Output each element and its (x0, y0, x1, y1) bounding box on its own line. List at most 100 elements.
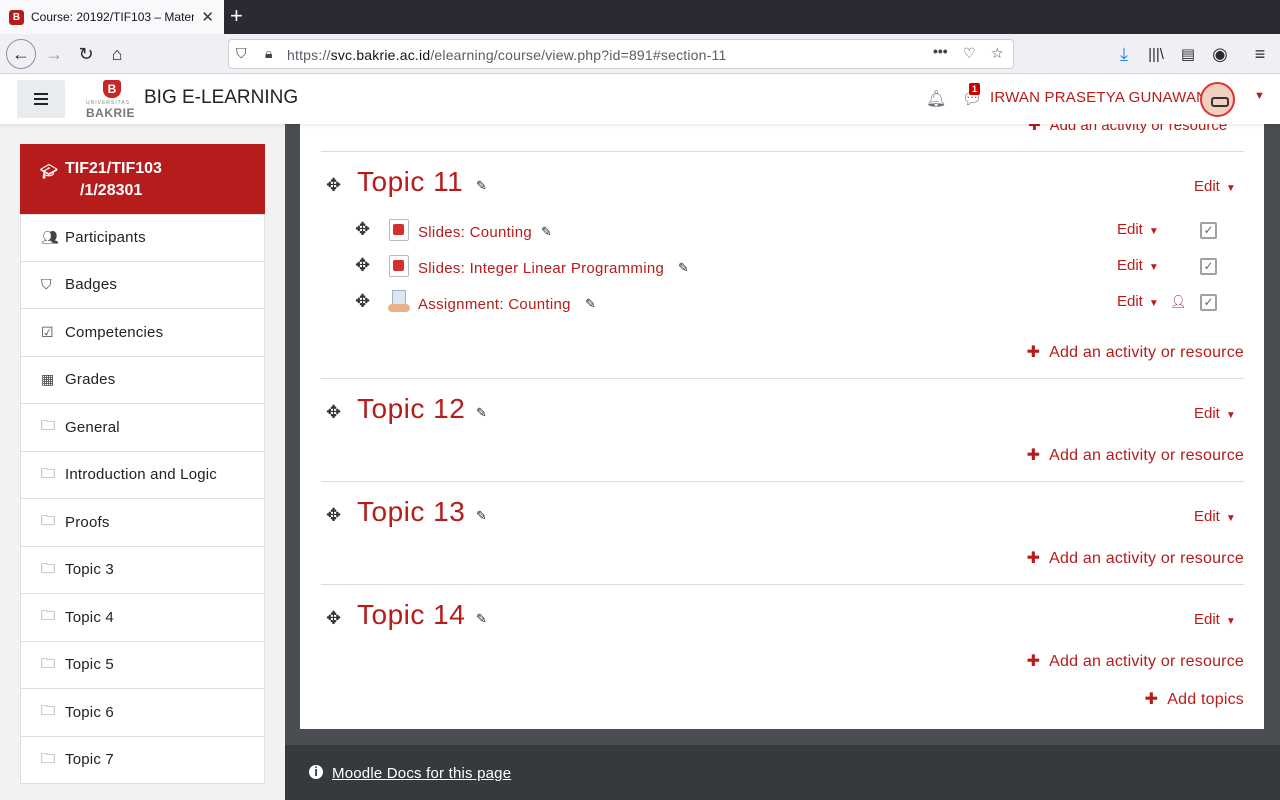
account-icon[interactable]: ◉ (1206, 40, 1234, 68)
drawer-item[interactable]: 🗀 Proofs (20, 499, 265, 547)
move-icon[interactable]: ✥ (326, 505, 341, 526)
section-title[interactable]: Topic 11 (357, 166, 463, 198)
site-header: B UNIVERSITAS BAKRIE BIG E-LEARNING 🔔︎ 💬… (0, 74, 1280, 124)
drawer-item[interactable]: 🗀 Topic 7 (20, 736, 265, 784)
close-tab-icon[interactable]: ✕ (201, 8, 214, 26)
completion-checkbox[interactable]: ✓ (1200, 258, 1217, 275)
drawer-item[interactable]: 🗀 Topic 5 (20, 641, 265, 689)
drawer-item-label: Topic 4 (65, 608, 114, 626)
drawer-item[interactable]: 🗀 Topic 3 (20, 546, 265, 594)
assignment-icon (388, 290, 412, 314)
section-edit-menu[interactable]: Edit ▼ (1194, 508, 1236, 525)
folder-icon: 🗀 (41, 417, 56, 434)
plus-icon: ✚ (1026, 550, 1041, 567)
section-divider (321, 378, 1244, 379)
section-title[interactable]: Topic 12 (357, 393, 465, 425)
back-arrow-icon[interactable]: ← (6, 39, 36, 69)
activity-link[interactable]: Slides: Integer Linear Programming (418, 260, 664, 277)
drawer-item[interactable]: 🗀 General (20, 404, 265, 452)
lock-icon[interactable]: 🔒︎ (265, 45, 272, 62)
url-text[interactable]: https://svc.bakrie.ac.id/elearning/cours… (287, 47, 726, 63)
add-activity-link[interactable]: ✚ Add an activity or resource (1027, 342, 1244, 362)
url-bar[interactable]: ⛉ 🔒︎ https://svc.bakrie.ac.id/elearning/… (228, 39, 1014, 69)
activity-link[interactable]: Slides: Counting (418, 224, 532, 241)
new-tab-icon[interactable]: + (230, 3, 243, 29)
course-home-link[interactable]: 🎓︎ TIF21/TIF103 /1/28301 (20, 144, 265, 214)
menu-icon[interactable]: ≡ (1246, 40, 1274, 68)
chevron-down-icon: ▼ (1148, 262, 1159, 273)
drawer-item[interactable]: 🗀 Topic 6 (20, 689, 265, 737)
browser-nav-bar: ← → ↻ ⌂ ⛉ 🔒︎ https://svc.bakrie.ac.id/el… (0, 34, 1280, 74)
sidebar-icon[interactable]: ▤ (1174, 40, 1202, 68)
drawer-nav-list: 👥︎ Participants ⛉ Badges ☑ Competencies ▦ Grade… (20, 214, 265, 784)
section-edit-menu[interactable]: Edit ▼ (1194, 611, 1236, 628)
drawer-toggle-button[interactable] (17, 80, 65, 118)
favicon-icon: B (9, 9, 24, 25)
chevron-down-icon: ▼ (1225, 513, 1236, 524)
course-content-card (300, 124, 1264, 729)
avatar[interactable] (1200, 82, 1235, 117)
drawer-item[interactable]: 👥︎ Participants (20, 214, 265, 262)
pencil-icon[interactable]: ✎ (476, 508, 487, 524)
activity-edit-menu[interactable]: Edit ▼ (1117, 293, 1159, 310)
user-icon[interactable]: 👤︎ (1170, 294, 1187, 310)
pencil-icon[interactable]: ✎ (585, 296, 596, 312)
messages-icon[interactable]: 💬︎ 1 (962, 83, 982, 109)
site-logo[interactable]: B UNIVERSITAS BAKRIE (86, 80, 138, 120)
more-icon[interactable]: ••• (933, 43, 948, 59)
add-activity-link[interactable]: ✚ Add an activity or resource (1027, 548, 1244, 568)
activity-link[interactable]: Assignment: Counting (418, 296, 571, 313)
user-name[interactable]: IRWAN PRASETYA GUNAWAN (990, 89, 1207, 106)
moodle-docs-link[interactable]: Moodle Docs for this page (332, 765, 511, 782)
drawer-item[interactable]: ☑ Competencies (20, 309, 265, 357)
pdf-icon (389, 255, 409, 277)
pencil-icon[interactable]: ✎ (541, 224, 552, 240)
pdf-icon (389, 219, 409, 241)
shield-icon[interactable]: ⛉ (236, 45, 247, 62)
home-icon[interactable]: ⌂ (103, 40, 131, 68)
star-icon[interactable]: ☆ (991, 45, 1004, 62)
reload-icon[interactable]: ↻ (72, 40, 100, 68)
section-title[interactable]: Topic 13 (357, 496, 465, 528)
tab-title: Course: 20192/TIF103 – Mater (31, 10, 194, 24)
move-icon[interactable]: ✥ (355, 291, 370, 312)
chevron-down-icon[interactable]: ▼ (1254, 90, 1265, 102)
add-topics-link[interactable]: ✚ Add topics (1145, 689, 1244, 709)
completion-checkbox[interactable]: ✓ (1200, 222, 1217, 239)
drawer-item-label: General (65, 418, 120, 436)
drawer-item-label: Participants (65, 229, 146, 247)
message-count-badge: 1 (969, 83, 981, 95)
pocket-icon[interactable]: ♡ (963, 45, 976, 62)
download-icon[interactable]: ⤓ (1110, 40, 1138, 68)
library-icon[interactable]: |||\ (1142, 40, 1170, 68)
move-icon[interactable]: ✥ (355, 219, 370, 240)
drawer-item[interactable]: ▦ Grades (20, 356, 265, 404)
section-edit-menu[interactable]: Edit ▼ (1194, 405, 1236, 422)
add-activity-link[interactable]: ✚ Add an activity or resource (1027, 445, 1244, 465)
bell-icon[interactable]: 🔔︎ (926, 89, 946, 109)
drawer-item-label: Proofs (65, 513, 110, 531)
section-edit-menu[interactable]: Edit ▼ (1194, 178, 1236, 195)
move-icon[interactable]: ✥ (326, 175, 341, 196)
drawer-item[interactable]: 🗀 Introduction and Logic (20, 451, 265, 499)
completion-checkbox[interactable]: ✓ (1200, 294, 1217, 311)
add-activity-label: Add an activity or resource (1049, 447, 1244, 464)
url-path: /elearning/course/view.php?id=891#sectio… (430, 47, 727, 63)
drawer-item[interactable]: 🗀 Topic 4 (20, 594, 265, 642)
pencil-icon[interactable]: ✎ (678, 260, 689, 276)
site-name[interactable]: BIG E-LEARNING (144, 87, 298, 109)
users-icon: 👥︎ (41, 229, 59, 246)
browser-tab[interactable]: B Course: 20192/TIF103 – Mater ✕ (0, 0, 224, 34)
pencil-icon[interactable]: ✎ (476, 611, 487, 627)
add-activity-link[interactable]: ✚ Add an activity or resource (1027, 651, 1244, 671)
move-icon[interactable]: ✥ (355, 255, 370, 276)
activity-edit-menu[interactable]: Edit ▼ (1117, 221, 1159, 238)
forward-arrow-icon[interactable]: → (40, 40, 68, 68)
move-icon[interactable]: ✥ (326, 402, 341, 423)
move-icon[interactable]: ✥ (326, 608, 341, 629)
pencil-icon[interactable]: ✎ (476, 405, 487, 421)
drawer-item[interactable]: ⛉ Badges (20, 261, 265, 309)
section-title[interactable]: Topic 14 (357, 599, 465, 631)
pencil-icon[interactable]: ✎ (476, 178, 487, 194)
activity-edit-menu[interactable]: Edit ▼ (1117, 257, 1159, 274)
